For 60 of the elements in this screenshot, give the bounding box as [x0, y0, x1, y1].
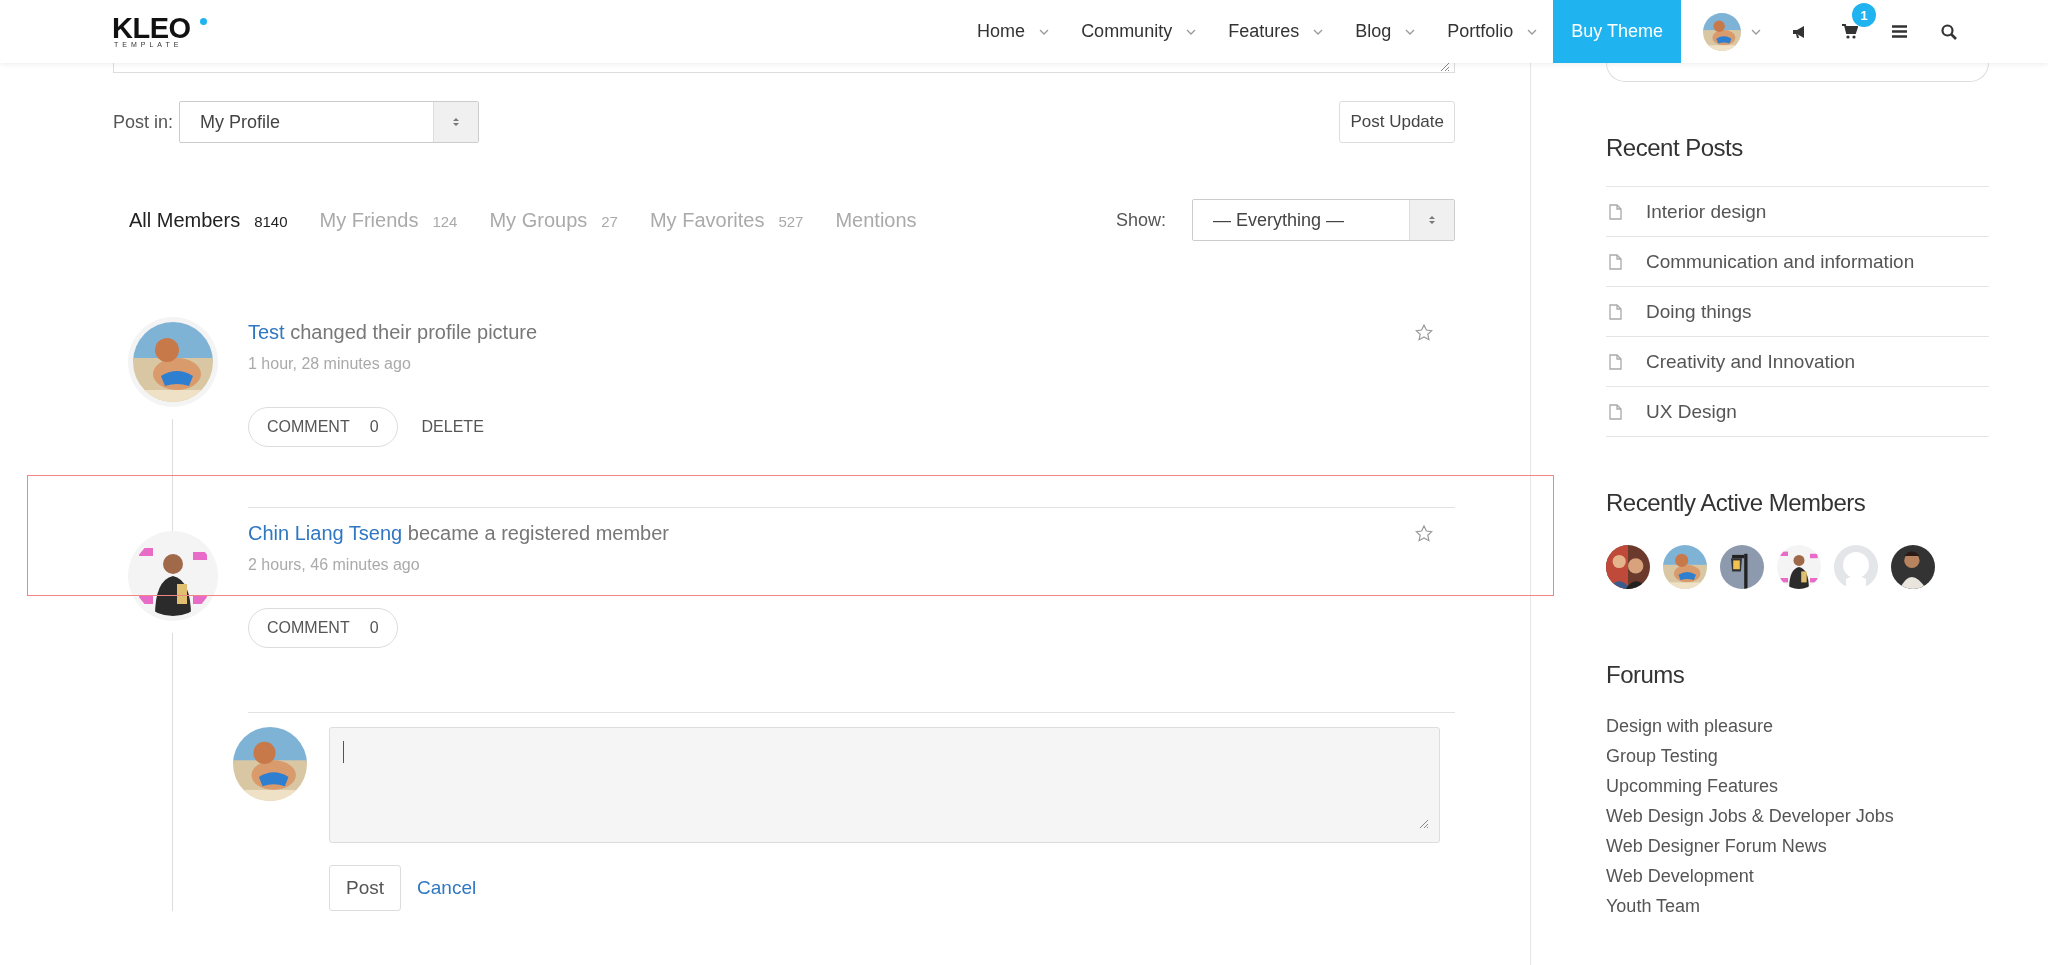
- caret-icon: [1313, 28, 1324, 35]
- filter-tab[interactable]: All Members 8140: [113, 208, 304, 232]
- forum-link[interactable]: Design with pleasure: [1606, 711, 1989, 741]
- show-label: Show:: [1115, 209, 1166, 231]
- post-link[interactable]: Interior design: [1646, 200, 1767, 223]
- post-in-label: Post in:: [113, 111, 174, 133]
- caret-icon: [1186, 28, 1197, 35]
- post-button[interactable]: Post: [329, 865, 402, 911]
- caret-icon: [1039, 28, 1050, 35]
- widget-title: Forums: [1606, 661, 1686, 689]
- document-icon: [1609, 303, 1622, 320]
- caret-icon: [1405, 28, 1416, 35]
- activity-time: 2 hours, 46 minutes ago: [248, 556, 421, 574]
- nav-item[interactable]: Home: [961, 0, 1066, 63]
- update-input-field[interactable]: [113, 63, 1455, 73]
- caret-icon: [1527, 28, 1538, 35]
- document-icon: [1609, 353, 1622, 370]
- nav-item[interactable]: Portfolio: [1431, 0, 1554, 63]
- menu-icon[interactable]: [1892, 25, 1907, 38]
- select-arrows-icon: [1428, 214, 1436, 226]
- logo-text[interactable]: KLEO: [112, 14, 191, 41]
- forum-link[interactable]: Group Testing: [1606, 741, 1989, 771]
- post-link[interactable]: Communication and information: [1646, 250, 1915, 273]
- nav-item[interactable]: Community: [1065, 0, 1213, 63]
- forum-link[interactable]: Web Design Jobs & Developer Jobs: [1606, 801, 1989, 831]
- resize-grip-icon: [1417, 817, 1429, 829]
- star-outline-icon[interactable]: [1415, 525, 1433, 542]
- document-icon: [1609, 253, 1622, 270]
- search-icon[interactable]: [1941, 23, 1957, 40]
- logo-dot-icon: [200, 18, 207, 25]
- activity-text: Test changed their profile picture: [248, 321, 538, 344]
- select-arrows-icon: [452, 116, 461, 128]
- forum-link[interactable]: Youth Team: [1606, 891, 1989, 921]
- post-update-button[interactable]: Post Update: [1339, 101, 1455, 143]
- activity-time: 1 hour, 28 minutes ago: [248, 355, 412, 373]
- post-in-select[interactable]: My Profile: [179, 101, 480, 143]
- caret-icon: [1751, 28, 1761, 35]
- resize-grip-icon: [1438, 60, 1450, 72]
- author-link[interactable]: Chin Liang Tseng: [248, 522, 403, 544]
- nav-item[interactable]: Blog: [1339, 0, 1432, 63]
- forum-link[interactable]: Web Designer Forum News: [1606, 831, 1989, 861]
- post-link[interactable]: UX Design: [1646, 400, 1737, 423]
- activity-text: Chin Liang Tseng became a registered member: [248, 522, 669, 545]
- widget-title: Recent Posts: [1606, 134, 1744, 162]
- delete-link[interactable]: DELETE: [421, 418, 484, 436]
- show-select[interactable]: — Everything —: [1192, 199, 1455, 241]
- post-link[interactable]: Creativity and Innovation: [1646, 350, 1856, 373]
- cart-count-badge: 1: [1852, 3, 1876, 27]
- widget-title: Recently Active Members: [1606, 489, 1867, 517]
- star-outline-icon[interactable]: [1415, 324, 1433, 341]
- cancel-link[interactable]: Cancel: [417, 877, 477, 899]
- post-link[interactable]: Doing things: [1646, 300, 1752, 323]
- cart-icon[interactable]: [1842, 24, 1858, 39]
- comment-input-field[interactable]: [329, 727, 1440, 843]
- nav-item[interactable]: Features: [1212, 0, 1340, 63]
- document-icon: [1609, 203, 1622, 220]
- forum-link[interactable]: Upcomming Features: [1606, 771, 1989, 801]
- forum-link[interactable]: Web Development: [1606, 861, 1989, 891]
- author-link[interactable]: Test: [248, 321, 285, 343]
- document-icon: [1609, 403, 1622, 420]
